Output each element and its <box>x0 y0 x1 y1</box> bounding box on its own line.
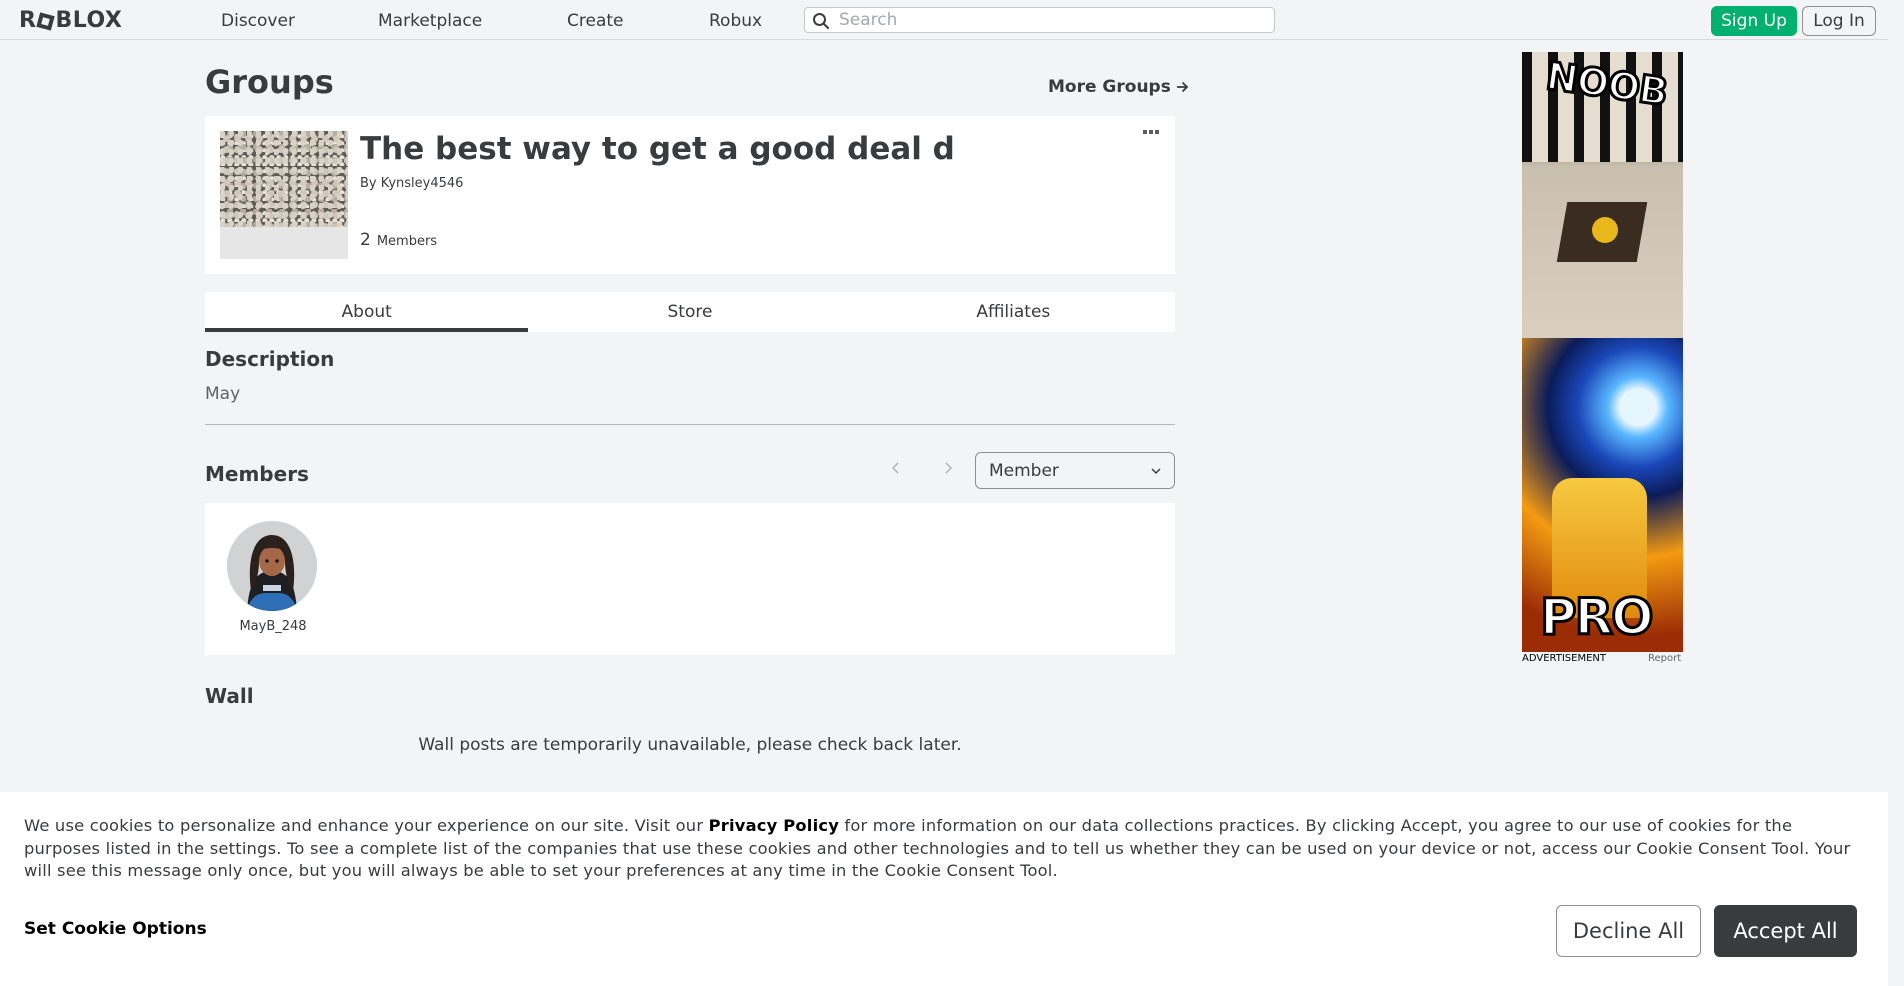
members-list: MayB_248 <box>205 503 1175 655</box>
ad-prop-flower <box>1592 217 1618 243</box>
group-owner-line: By Kynsley4546 <box>360 176 463 191</box>
members-heading: Members <box>205 462 309 486</box>
member-count-label: Members <box>376 234 438 249</box>
description-heading: Description <box>205 347 335 371</box>
group-emblem-image <box>220 131 348 227</box>
nav-robux[interactable]: Robux <box>709 11 762 31</box>
top-navigation: R BLOX Discover Marketplace Create Robux … <box>0 0 1904 40</box>
sign-up-button[interactable]: Sign Up <box>1711 6 1797 36</box>
tab-about[interactable]: About <box>205 292 529 332</box>
page-title: Groups <box>205 63 334 101</box>
set-cookie-options-link[interactable]: Set Cookie Options <box>24 919 207 939</box>
group-emblem <box>220 131 348 259</box>
cookie-banner: We use cookies to personalize and enhanc… <box>0 792 1888 986</box>
group-name: The best way to get a good deal d <box>360 131 955 167</box>
tab-store[interactable]: Store <box>528 292 851 332</box>
by-label: By <box>360 176 377 191</box>
tab-affiliates[interactable]: Affiliates <box>852 292 1175 332</box>
member-count-number: 2 <box>360 230 371 250</box>
member-name: MayB_248 <box>239 619 307 634</box>
nav-marketplace[interactable]: Marketplace <box>378 11 482 31</box>
cookie-message: We use cookies to personalize and enhanc… <box>24 815 1864 883</box>
group-owner-link[interactable]: Kynsley4546 <box>381 176 464 191</box>
role-select-value: Member <box>989 460 1059 481</box>
nav-discover[interactable]: Discover <box>221 11 295 31</box>
wall-heading: Wall <box>205 684 254 708</box>
ad-pro-text: PRO <box>1539 587 1656 648</box>
scrollbar[interactable] <box>1888 0 1904 986</box>
logo-o-icon <box>36 11 56 31</box>
divider <box>205 424 1175 425</box>
accept-all-button[interactable]: Accept All <box>1714 905 1857 957</box>
more-groups-label: More Groups <box>1048 77 1171 97</box>
decline-all-button[interactable]: Decline All <box>1556 905 1701 957</box>
cookie-text-before: We use cookies to personalize and enhanc… <box>24 816 709 835</box>
member-card[interactable]: MayB_248 <box>227 521 319 634</box>
arrow-right-icon <box>1176 81 1189 93</box>
avatar-image <box>227 521 317 611</box>
chevron-left-icon[interactable] <box>889 460 903 476</box>
advertisement-label: ADVERTISEMENT <box>1522 653 1607 664</box>
ad-pro-panel: PRO <box>1522 338 1683 652</box>
roblox-logo[interactable]: R BLOX <box>19 8 122 33</box>
more-groups-link[interactable]: More Groups <box>1048 77 1189 97</box>
search-icon <box>813 13 829 29</box>
member-avatar <box>227 521 317 611</box>
group-tabs: About Store Affiliates <box>205 292 1175 332</box>
chevron-down-icon <box>1151 468 1161 475</box>
ad-report-link[interactable]: Report <box>1648 653 1681 664</box>
nav-create[interactable]: Create <box>567 11 624 31</box>
member-count: 2 Members <box>360 230 437 250</box>
advertisement-banner[interactable]: NOOB PRO <box>1522 52 1683 652</box>
description-text: May <box>205 384 241 404</box>
privacy-policy-link[interactable]: Privacy Policy <box>709 816 839 835</box>
more-options-icon[interactable] <box>1143 130 1163 140</box>
log-in-button[interactable]: Log In <box>1802 6 1876 36</box>
wall-unavailable-message: Wall posts are temporarily unavailable, … <box>418 735 962 755</box>
search-box <box>804 7 1275 33</box>
search-input[interactable] <box>839 10 1259 30</box>
group-header-card: The best way to get a good deal d By Kyn… <box>205 116 1175 274</box>
chevron-right-icon[interactable] <box>941 460 955 476</box>
role-select[interactable]: Member <box>975 452 1175 489</box>
ad-noob-panel: NOOB <box>1522 52 1683 338</box>
